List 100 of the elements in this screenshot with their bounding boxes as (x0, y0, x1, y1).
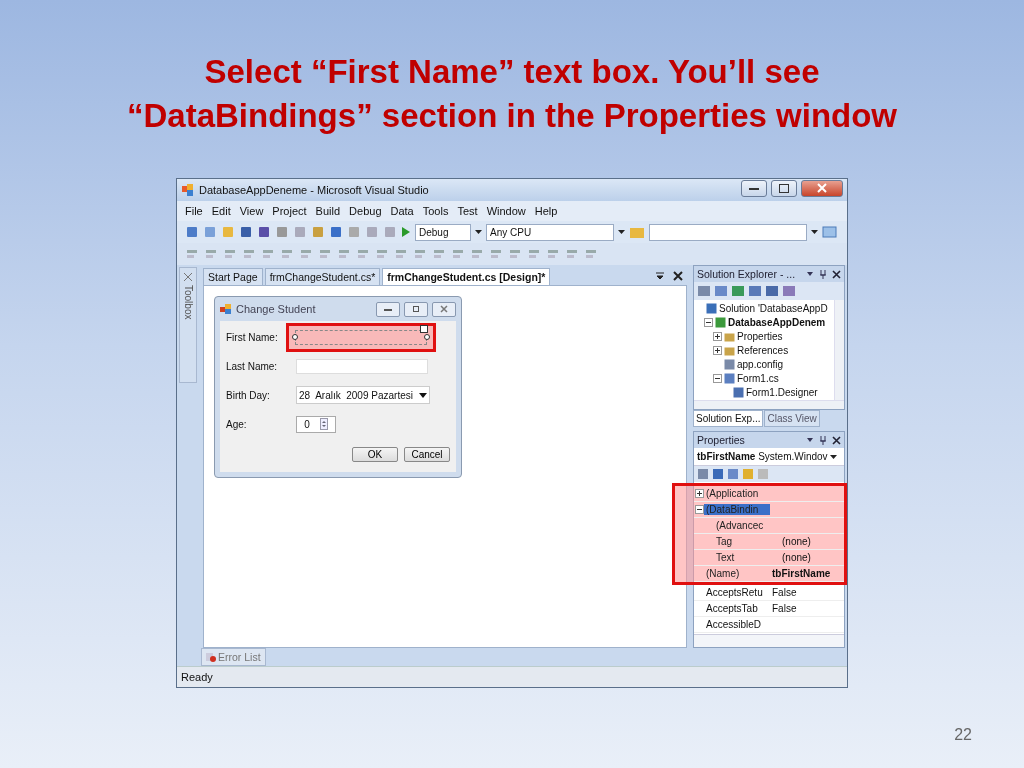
layout-icon[interactable] (565, 247, 579, 261)
property-name[interactable]: AccessibleD (704, 619, 770, 630)
property-value: (none) (781, 552, 811, 563)
dropdown-arrow-icon[interactable] (829, 454, 837, 459)
panel-tab[interactable]: Solution Exp... (693, 410, 764, 427)
close-icon[interactable] (832, 269, 841, 279)
form-title: Change Student (236, 303, 316, 315)
minimize-button[interactable] (741, 179, 767, 197)
layout-icon[interactable] (223, 247, 237, 261)
maximize-icon (412, 305, 420, 313)
menu-item[interactable]: Project (272, 205, 307, 217)
pin-icon[interactable] (819, 435, 827, 445)
menu-item[interactable]: Build (315, 205, 341, 217)
expand-icon[interactable] (713, 331, 722, 341)
layout-icon[interactable] (337, 247, 351, 261)
menu-item[interactable]: Window (486, 205, 526, 217)
tree-item[interactable]: Form1.Designer (746, 386, 818, 398)
layout-icon[interactable] (242, 247, 256, 261)
form-button[interactable]: Cancel (404, 447, 450, 462)
layout-icon[interactable] (375, 247, 389, 261)
panel-title: Solution Explorer - ... (697, 268, 797, 280)
property-name[interactable]: Tag (704, 536, 780, 547)
collapse-icon[interactable] (713, 373, 722, 383)
layout-icon[interactable] (261, 247, 275, 261)
configuration-dropdown[interactable]: Debug (415, 223, 471, 241)
layout-icon[interactable] (185, 247, 199, 261)
spinner-icon[interactable] (319, 418, 328, 430)
menu-item[interactable]: File (185, 205, 203, 217)
layout-icon[interactable] (299, 247, 313, 261)
platform-dropdown[interactable]: Any CPU (486, 223, 614, 241)
layout-icon[interactable] (527, 247, 541, 261)
object-dropdown[interactable]: tbFirstName System.Windov (697, 451, 828, 462)
property-value: False (771, 587, 797, 598)
dropdown-icon[interactable] (655, 271, 665, 281)
dropdown-arrow-icon[interactable] (618, 230, 625, 234)
layout-icon[interactable] (584, 247, 598, 261)
tree-item[interactable]: Form1.cs (737, 372, 779, 384)
tree-item[interactable]: Properties (737, 330, 783, 342)
document-tab[interactable]: frmChangeStudent.cs* (264, 268, 381, 285)
property-name[interactable]: (Application (704, 488, 770, 499)
layout-icon[interactable] (432, 247, 446, 261)
layout-icon[interactable] (508, 247, 522, 261)
date-picker[interactable]: 28 Aralık 2009 Pazartesi (296, 386, 430, 404)
layout-icon[interactable] (356, 247, 370, 261)
menu-item[interactable]: Test (457, 205, 478, 217)
play-icon[interactable] (401, 226, 411, 238)
document-tab[interactable]: Start Page (203, 268, 263, 285)
layout-icon[interactable] (280, 247, 294, 261)
menu-item[interactable]: Edit (211, 205, 231, 217)
collapse-icon[interactable] (704, 317, 713, 327)
layout-icon[interactable] (204, 247, 218, 261)
maximize-button[interactable] (771, 179, 797, 197)
property-value: (none) (781, 536, 811, 547)
menu-item[interactable]: Tools (422, 205, 449, 217)
expand-icon[interactable] (713, 345, 722, 355)
tree-item[interactable]: References (737, 344, 789, 356)
property-name[interactable]: AcceptsRetu (704, 587, 770, 598)
menu-item[interactable]: Help (534, 205, 558, 217)
maximize-button[interactable] (404, 301, 428, 317)
close-button[interactable] (801, 179, 843, 197)
minimize-icon (749, 185, 759, 191)
menu-item[interactable]: View (239, 205, 264, 217)
layout-icon[interactable] (318, 247, 332, 261)
layout-icon[interactable] (546, 247, 560, 261)
expand-icon[interactable] (694, 489, 704, 498)
collapse-icon[interactable] (694, 505, 704, 514)
dropdown-arrow-icon[interactable] (475, 230, 482, 234)
layout-icon[interactable] (489, 247, 503, 261)
toolbox-icon (183, 272, 193, 282)
menu-item[interactable]: Debug (349, 205, 382, 217)
minimize-button[interactable] (376, 301, 400, 317)
tree-item[interactable]: DatabaseAppDenem (728, 316, 826, 328)
property-name[interactable]: (Advancec (704, 520, 780, 531)
menu-item[interactable]: Data (390, 205, 414, 217)
property-name[interactable]: AcceptsTab (704, 603, 770, 614)
layout-icon[interactable] (413, 247, 427, 261)
page-number: 22 (954, 726, 972, 744)
scrollbar[interactable] (694, 400, 844, 409)
panel-tab[interactable]: Class View (764, 410, 820, 427)
property-name[interactable]: (Name) (704, 568, 770, 579)
property-name[interactable]: Text (704, 552, 780, 563)
toolbox-tab[interactable]: Toolbox (179, 267, 197, 383)
scrollbar[interactable] (834, 300, 844, 400)
pin-icon[interactable] (819, 269, 827, 279)
dropdown-arrow-icon[interactable] (419, 392, 427, 398)
layout-icon[interactable] (394, 247, 408, 261)
form-button[interactable]: OK (352, 447, 398, 462)
layout-icon[interactable] (451, 247, 465, 261)
tree-item[interactable]: Solution 'DatabaseAppD (719, 302, 828, 314)
document-tab[interactable]: frmChangeStudent.cs [Design]* (382, 268, 551, 285)
dropdown-icon[interactable] (806, 436, 814, 444)
close-icon[interactable] (832, 435, 841, 445)
error-list-tab[interactable]: Error List (201, 648, 266, 666)
tree-item[interactable]: app.config (737, 358, 784, 370)
layout-icon[interactable] (470, 247, 484, 261)
number-field[interactable]: 0 (296, 415, 336, 433)
dropdown-icon[interactable] (806, 270, 814, 278)
dropdown-arrow-icon[interactable] (811, 230, 818, 234)
close-button[interactable] (432, 301, 456, 317)
close-icon[interactable] (673, 271, 683, 281)
